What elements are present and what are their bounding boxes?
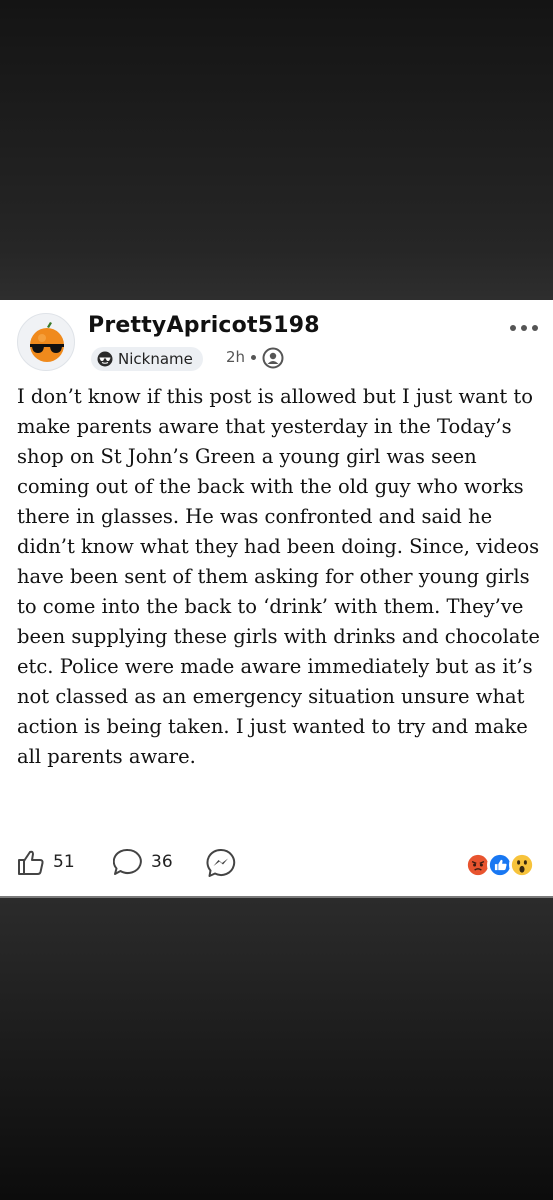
group-audience-icon <box>262 347 284 369</box>
reaction-summary[interactable] <box>465 852 537 878</box>
post-actions: 51 36 <box>0 848 553 882</box>
share-button[interactable] <box>206 848 236 878</box>
wow-reaction-icon <box>509 852 535 878</box>
nickname-badge[interactable]: Nickname <box>91 347 203 371</box>
more-options-icon[interactable] <box>509 324 539 332</box>
separator-dot <box>251 355 256 360</box>
comment-count: 36 <box>151 852 173 872</box>
card-divider <box>0 896 553 898</box>
thumbs-up-icon <box>18 850 44 875</box>
post-body: I don’t know if this post is allowed but… <box>17 385 540 768</box>
post-card: PrettyApricot5198 Nickname 2h I don’t kn… <box>0 300 553 898</box>
like-count: 51 <box>53 852 75 872</box>
sunglasses-emoji-icon <box>97 351 113 367</box>
comment-button[interactable]: 36 <box>113 848 173 876</box>
author-name[interactable]: PrettyApricot5198 <box>88 313 320 338</box>
post-timestamp[interactable]: 2h <box>226 348 245 366</box>
messenger-icon <box>206 848 236 877</box>
like-button[interactable]: 51 <box>17 848 75 876</box>
author-avatar[interactable] <box>17 313 75 371</box>
nickname-label: Nickname <box>118 350 193 368</box>
comment-bubble-icon <box>113 848 142 875</box>
screen: { "post": { "author": "PrettyApricot5198… <box>0 0 553 1200</box>
orange-avatar-icon <box>30 322 64 362</box>
